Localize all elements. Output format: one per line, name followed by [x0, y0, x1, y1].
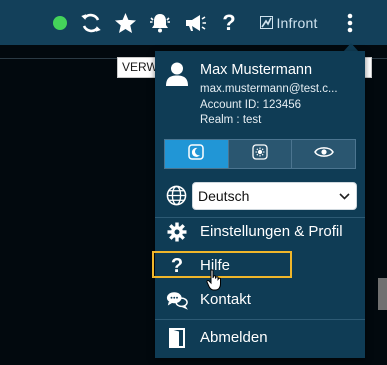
- megaphone-icon[interactable]: [182, 0, 208, 45]
- help-icon[interactable]: ?: [218, 0, 240, 45]
- sun-icon: [252, 143, 268, 165]
- scrollbar-thumb[interactable]: [378, 278, 387, 310]
- globe-icon: [166, 185, 187, 211]
- user-name: Max Mustermann: [200, 62, 313, 78]
- language-row: Deutsch: [155, 179, 365, 213]
- hand-cursor-icon: [206, 269, 224, 296]
- user-icon: [165, 61, 189, 87]
- dark-mode-button[interactable]: [165, 140, 228, 168]
- theme-switcher: [164, 139, 356, 169]
- light-mode-button[interactable]: [227, 140, 292, 168]
- moon-icon: [188, 143, 205, 165]
- more-vertical-icon[interactable]: [342, 0, 358, 45]
- menu-divider: [155, 319, 365, 320]
- chevron-down-icon: [339, 183, 350, 209]
- logout-icon: [166, 321, 188, 355]
- user-menu: Max Mustermann max.mustermann@test.c... …: [155, 51, 365, 358]
- realm: Realm : test: [200, 114, 262, 126]
- menu-item-settings[interactable]: Einstellungen & Profil: [155, 215, 365, 249]
- eye-icon: [313, 145, 334, 164]
- profile-section: Max Mustermann max.mustermann@test.c... …: [155, 51, 365, 131]
- language-selected: Deutsch: [198, 188, 250, 204]
- top-toolbar: ? Infront: [0, 0, 387, 45]
- menu-item-logout[interactable]: Abmelden: [155, 321, 365, 355]
- menu-item-contact[interactable]: Kontakt: [155, 283, 365, 317]
- eye-mode-button[interactable]: [291, 140, 355, 168]
- language-select[interactable]: Deutsch: [192, 182, 357, 210]
- account-id: Account ID: 123456: [200, 99, 302, 111]
- refresh-icon[interactable]: [79, 0, 103, 45]
- status-indicator-icon: [52, 0, 68, 45]
- gear-icon: [166, 215, 188, 249]
- star-icon[interactable]: [112, 0, 138, 45]
- chat-icon: [166, 283, 188, 317]
- menu-item-label: Einstellungen & Profil: [200, 223, 343, 240]
- user-email: max.mustermann@test.c...: [200, 83, 338, 95]
- brand-label: Infront: [276, 14, 318, 31]
- bell-icon[interactable]: [148, 0, 172, 45]
- infront-logo: Infront: [257, 0, 321, 45]
- menu-item-label: Abmelden: [200, 329, 268, 346]
